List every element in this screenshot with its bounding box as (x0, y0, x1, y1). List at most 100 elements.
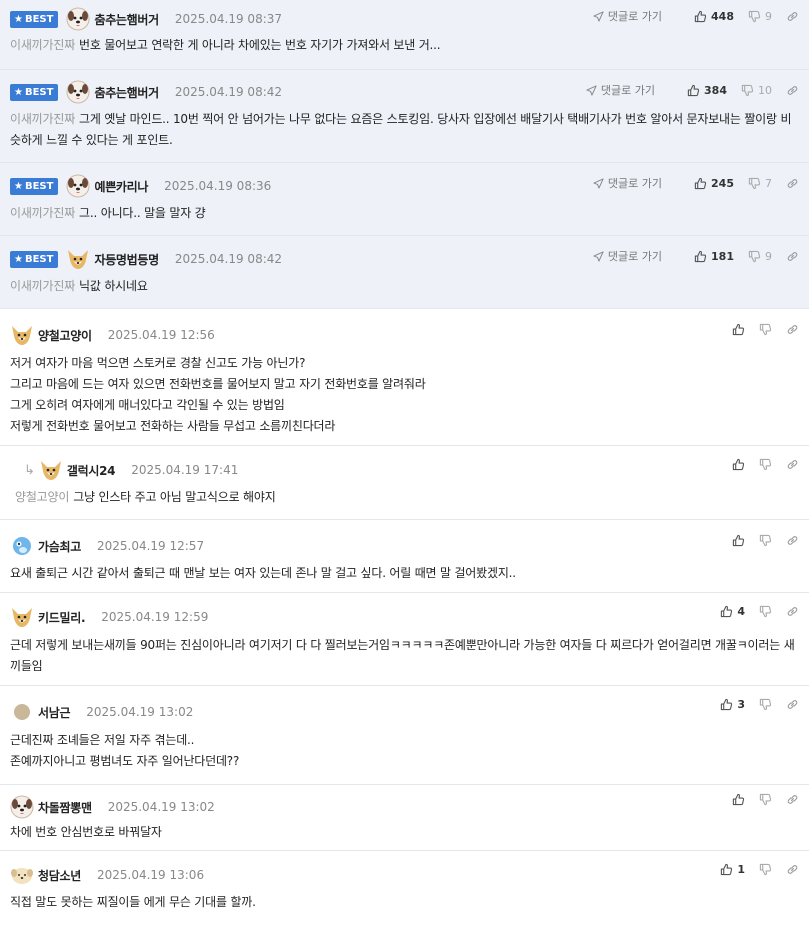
author-nickname[interactable]: 춤추는햄버거 (94, 84, 159, 101)
like-button[interactable]: 384 (687, 84, 727, 97)
comment-date: 2025.04.19 17:41 (131, 463, 239, 477)
comment-text: 그냥 인스타 주고 아님 말고식으로 해야지 (73, 490, 276, 504)
link-icon (786, 698, 799, 711)
copy-link-button[interactable] (786, 458, 799, 471)
dislike-count: 7 (765, 176, 772, 190)
reply-item: ↳ 갤럭시24 2025.04.19 17:41 양철고양이 그냥 인스타 주고 … (0, 446, 809, 520)
dislike-button[interactable]: 7 (748, 177, 772, 190)
comment-line: 그리고 마음에 드는 여자 있으면 전화번호를 물어보지 말고 자기 전화번호를… (10, 377, 426, 391)
go-to-reply-link[interactable]: 댓글로 가기 (586, 82, 655, 98)
like-button[interactable]: 448 (694, 10, 734, 23)
mention[interactable]: 이새끼가진짜 (10, 206, 75, 220)
like-button[interactable]: 245 (694, 177, 734, 190)
send-icon (593, 178, 604, 189)
go-to-reply-link[interactable]: 댓글로 가기 (593, 248, 662, 264)
link-icon (786, 793, 799, 806)
avatar[interactable] (66, 174, 90, 198)
send-icon (586, 85, 597, 96)
avatar[interactable] (10, 795, 34, 819)
like-button[interactable]: 4 (720, 605, 745, 618)
best-badge: ★ BEST (10, 83, 59, 101)
avatar[interactable] (66, 80, 90, 104)
copy-link-button[interactable] (786, 863, 799, 876)
comment-body: 직접 말도 못하는 찌질이들 에게 무슨 기대를 할까. (10, 889, 809, 912)
author-nickname[interactable]: 청담소년 (38, 867, 81, 884)
send-icon (593, 11, 604, 22)
like-count: 245 (711, 176, 734, 190)
avatar[interactable] (66, 247, 90, 271)
copy-link-button[interactable] (786, 793, 799, 806)
thumb-down-icon (759, 458, 772, 471)
copy-link-button[interactable] (786, 10, 799, 23)
copy-link-button[interactable] (786, 698, 799, 711)
dislike-button[interactable] (759, 863, 772, 876)
mention[interactable]: 이새끼가진짜 (10, 38, 75, 52)
like-button[interactable] (732, 458, 745, 471)
dislike-button[interactable]: 9 (748, 10, 772, 23)
like-button[interactable]: 181 (694, 250, 734, 263)
dislike-button[interactable] (759, 605, 772, 618)
dislike-button[interactable]: 10 (741, 84, 772, 97)
comment-date: 2025.04.19 12:56 (107, 328, 215, 342)
avatar[interactable] (14, 704, 30, 720)
like-button[interactable]: 3 (720, 698, 745, 711)
go-to-reply-link[interactable]: 댓글로 가기 (593, 175, 662, 191)
thumb-up-icon (732, 793, 745, 806)
avatar[interactable] (10, 605, 34, 629)
dislike-button[interactable] (759, 323, 772, 336)
thumb-up-icon (720, 863, 733, 876)
go-to-reply-link[interactable]: 댓글로 가기 (593, 8, 662, 24)
comment-date: 2025.04.19 08:37 (174, 12, 283, 26)
copy-link-button[interactable] (786, 534, 799, 547)
best-badge: ★ BEST (10, 10, 59, 28)
copy-link-button[interactable] (786, 605, 799, 618)
dislike-button[interactable]: 9 (748, 250, 772, 263)
copy-link-button[interactable] (786, 323, 799, 336)
comment-text: 직접 말도 못하는 찌질이들 에게 무슨 기대를 할까. (10, 895, 256, 909)
dislike-button[interactable] (759, 458, 772, 471)
avatar[interactable] (66, 7, 90, 31)
mention[interactable]: 이새끼가진짜 (10, 112, 75, 126)
like-button[interactable] (732, 323, 745, 336)
go-to-reply-label: 댓글로 가기 (600, 84, 656, 97)
avatar[interactable] (10, 863, 34, 887)
comment-line: 저거 여자가 마음 먹으면 스토커로 경찰 신고도 가능 아닌가? (10, 356, 306, 370)
dislike-button[interactable] (759, 793, 772, 806)
mention[interactable]: 양철고양이 (15, 490, 69, 504)
comment-body: 양철고양이 그냥 인스타 주고 아님 말고식으로 해야지 (14, 484, 809, 507)
author-nickname[interactable]: 가슴최고 (38, 538, 81, 555)
author-nickname[interactable]: 예쁜카리나 (94, 178, 148, 195)
thumb-up-icon (732, 458, 745, 471)
copy-link-button[interactable] (786, 177, 799, 190)
copy-link-button[interactable] (786, 250, 799, 263)
like-button[interactable]: 1 (720, 863, 745, 876)
comment-item: 양철고양이 2025.04.19 12:56 저거 여자가 마음 먹으면 스토커… (0, 309, 809, 446)
dislike-button[interactable] (759, 698, 772, 711)
author-nickname[interactable]: 차돌짬뽕맨 (38, 799, 92, 816)
thumb-up-icon (720, 698, 733, 711)
thumb-up-icon (694, 10, 707, 23)
author-nickname[interactable]: 양철고양이 (38, 327, 92, 344)
avatar[interactable] (10, 323, 34, 347)
reply-arrow-icon: ↳ (24, 462, 35, 478)
like-button[interactable] (732, 534, 745, 547)
thumb-down-icon (748, 177, 761, 190)
comment-body: 요새 출퇴근 시간 같아서 출퇴근 때 맨날 보는 여자 있는데 존나 말 걸고… (10, 560, 809, 583)
author-nickname[interactable]: 키드밀리. (38, 609, 86, 626)
comment-date: 2025.04.19 08:42 (174, 252, 283, 266)
like-count: 181 (711, 249, 734, 263)
comment-item: 서남근 2025.04.19 13:02 3 근데진짜 조녜들은 저일 자주 겪… (0, 686, 809, 785)
comment-line: 저렇게 전화번호 물어보고 전화하는 사람들 무섭고 소름끼친다더라 (10, 419, 336, 433)
thumb-up-icon (720, 605, 733, 618)
copy-link-button[interactable] (786, 84, 799, 97)
avatar[interactable] (39, 458, 63, 482)
author-nickname[interactable]: 춤추는햄버거 (94, 11, 159, 28)
author-nickname[interactable]: 갤럭시24 (67, 462, 116, 479)
dislike-button[interactable] (759, 534, 772, 547)
mention[interactable]: 이새끼가진짜 (10, 279, 75, 293)
best-badge: ★ BEST (10, 177, 59, 195)
avatar[interactable] (10, 534, 34, 558)
like-button[interactable] (732, 793, 745, 806)
author-nickname[interactable]: 서남근 (38, 704, 71, 721)
author-nickname[interactable]: 자등명법등명 (94, 251, 159, 268)
